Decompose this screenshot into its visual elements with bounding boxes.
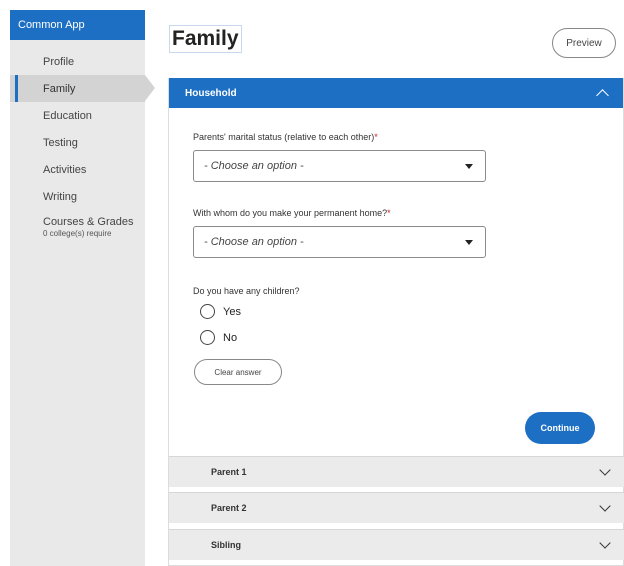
household-card: Household Parents' marital status (relat… xyxy=(168,78,624,566)
children-question-label: Do you have any children? xyxy=(193,286,300,296)
section-sibling[interactable]: Sibling xyxy=(169,529,624,560)
sidebar: Common App Profile Family Education Test… xyxy=(10,10,155,566)
clear-answer-button[interactable]: Clear answer xyxy=(194,359,282,385)
section-parent-1[interactable]: Parent 1 xyxy=(169,456,624,487)
label-text: With whom do you make your permanent hom… xyxy=(193,208,388,218)
sidebar-item-label: Family xyxy=(43,82,76,95)
radio-button[interactable] xyxy=(200,304,215,319)
app-frame: Common App Profile Family Education Test… xyxy=(10,10,624,566)
permanent-home-select[interactable]: - Choose an option - xyxy=(193,226,486,258)
section-title: Parent 2 xyxy=(211,503,247,513)
sidebar-nav: Profile Family Education Testing Activit… xyxy=(10,40,155,246)
brand-title: Common App xyxy=(10,10,145,40)
caret-down-icon xyxy=(465,239,473,245)
section-title: Household xyxy=(185,87,237,99)
sidebar-item-courses-grades[interactable]: Courses & Grades 0 college(s) require xyxy=(10,210,145,246)
caret-down-icon xyxy=(465,163,473,169)
chevron-down-icon xyxy=(599,464,611,476)
sidebar-item-family[interactable]: Family xyxy=(10,75,155,102)
radio-option-no[interactable]: No xyxy=(200,330,237,345)
required-marker: * xyxy=(387,208,391,218)
marital-status-label: Parents' marital status (relative to eac… xyxy=(193,132,378,142)
main-content: Family Preview Household Parents' marita… xyxy=(168,10,624,566)
chevron-down-icon xyxy=(599,500,611,512)
section-title: Sibling xyxy=(211,540,241,550)
sidebar-item-label: Courses & Grades xyxy=(43,216,134,228)
household-form: Parents' marital status (relative to eac… xyxy=(169,108,623,456)
continue-button[interactable]: Continue xyxy=(525,412,595,444)
sidebar-item-activities[interactable]: Activities xyxy=(10,156,145,183)
section-title: Parent 1 xyxy=(211,467,247,477)
sidebar-item-label: Education xyxy=(43,109,92,122)
radio-label: No xyxy=(223,331,238,344)
select-value: - Choose an option - xyxy=(204,236,304,248)
chevron-down-icon xyxy=(599,537,611,549)
sidebar-item-profile[interactable]: Profile xyxy=(10,48,145,75)
radio-button[interactable] xyxy=(200,330,215,345)
sidebar-item-sublabel: 0 college(s) require xyxy=(43,229,112,238)
section-parent-2[interactable]: Parent 2 xyxy=(169,492,624,523)
sidebar-item-testing[interactable]: Testing xyxy=(10,129,145,156)
permanent-home-label: With whom do you make your permanent hom… xyxy=(193,208,391,218)
required-marker: * xyxy=(374,132,378,142)
sidebar-item-label: Testing xyxy=(43,136,78,149)
chevron-up-icon xyxy=(596,88,609,102)
sidebar-item-label: Activities xyxy=(43,163,87,176)
radio-label: Yes xyxy=(223,305,241,318)
select-value: - Choose an option - xyxy=(204,160,304,172)
preview-button[interactable]: Preview xyxy=(552,28,616,58)
label-text: Parents' marital status (relative to eac… xyxy=(193,132,375,142)
radio-option-yes[interactable]: Yes xyxy=(200,304,241,319)
sidebar-item-label: Writing xyxy=(43,190,78,203)
household-section-header[interactable]: Household xyxy=(169,78,623,108)
sidebar-item-education[interactable]: Education xyxy=(10,102,145,129)
sidebar-item-writing[interactable]: Writing xyxy=(10,183,145,210)
marital-status-select[interactable]: - Choose an option - xyxy=(193,150,486,182)
page-title: Family xyxy=(169,25,242,53)
sidebar-item-label: Profile xyxy=(43,55,75,68)
